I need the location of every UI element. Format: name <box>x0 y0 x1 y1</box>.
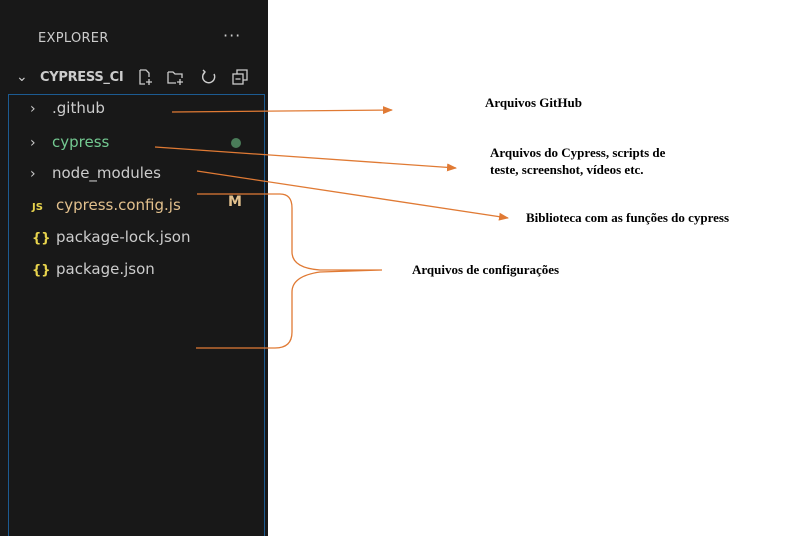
annotation-config: Arquivos de configurações <box>412 262 560 277</box>
annotation-arrows <box>154 106 509 349</box>
annotation-github: Arquivos GitHub <box>485 95 582 110</box>
arrow-github <box>171 106 393 115</box>
brace-config <box>196 193 383 349</box>
annotation-cypress-line2: teste, screenshot, vídeos etc. <box>490 162 644 177</box>
arrow-cypress <box>154 146 457 172</box>
annotation-cypress-line1: Arquivos do Cypress, scripts de <box>490 145 666 160</box>
annotation-node-modules: Biblioteca com as funções do cypress <box>526 210 730 225</box>
